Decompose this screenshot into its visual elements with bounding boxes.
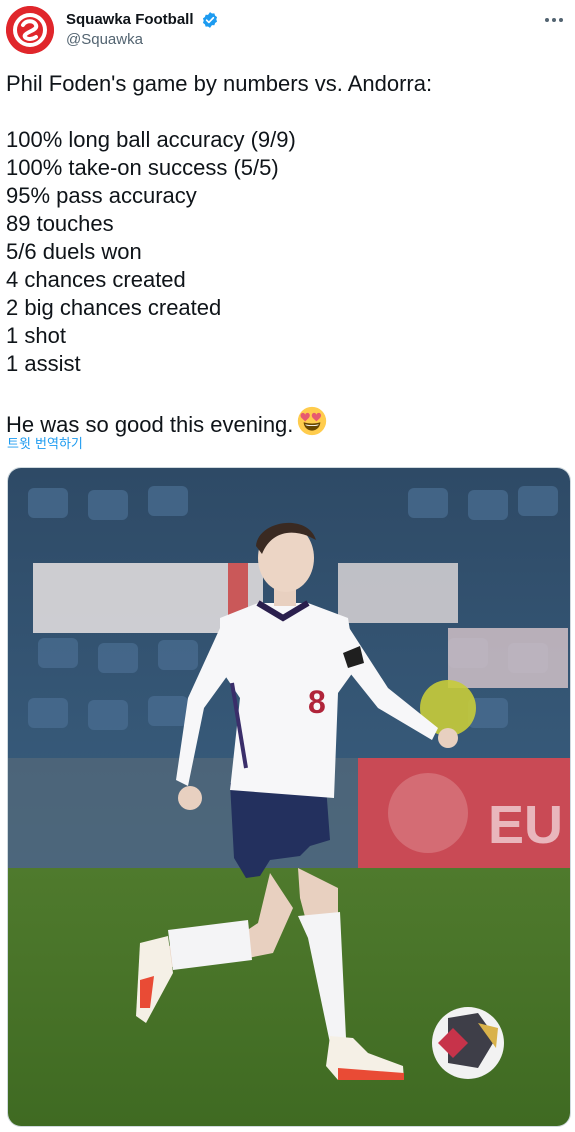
tweet-photo[interactable]: EU 8 — [7, 467, 571, 1127]
banner-text: EU — [488, 795, 563, 855]
heart-eyes-emoji — [298, 406, 327, 436]
tweet-text-line: 1 assist — [6, 351, 81, 376]
tweet-text-line — [6, 378, 566, 406]
translate-tweet-link[interactable]: 트윗 번역하기 — [7, 436, 83, 454]
tweet-text-line: 95% pass accuracy — [6, 183, 197, 208]
shirt-number: 8 — [308, 684, 326, 720]
avatar[interactable] — [6, 6, 54, 54]
tweet-text: Phil Foden's game by numbers vs. Andorra… — [6, 70, 566, 438]
display-name[interactable]: Squawka Football — [66, 10, 194, 30]
tweet-text-line: 89 touches — [6, 211, 114, 236]
more-icon[interactable] — [539, 8, 569, 30]
tweet-text-line — [6, 98, 566, 126]
tweet-text-line: 4 chances created — [6, 267, 186, 292]
tweet-text-line: Phil Foden's game by numbers vs. Andorra… — [6, 71, 433, 96]
tweet-text-line: He was so good this evening. — [6, 412, 294, 437]
tweet-text-line: 5/6 duels won — [6, 239, 142, 264]
tweet-text-last-line: He was so good this evening. — [6, 406, 566, 438]
squawka-logo-icon — [6, 6, 54, 54]
tweet-text-line: 100% take-on success (5/5) — [6, 155, 279, 180]
tweet-text-line: 2 big chances created — [6, 295, 222, 320]
tweet-text-line: 1 shot — [6, 323, 66, 348]
author-handle[interactable]: @Squawka — [66, 30, 219, 50]
verified-badge-icon — [202, 12, 218, 28]
tweet-header: Squawka Football @Squawka — [6, 6, 575, 56]
player-photo-image: EU 8 — [8, 468, 570, 1126]
tweet-text-line: 100% long ball accuracy (9/9) — [6, 127, 296, 152]
author-block[interactable]: Squawka Football @Squawka — [66, 10, 219, 50]
football-icon — [432, 1007, 504, 1079]
